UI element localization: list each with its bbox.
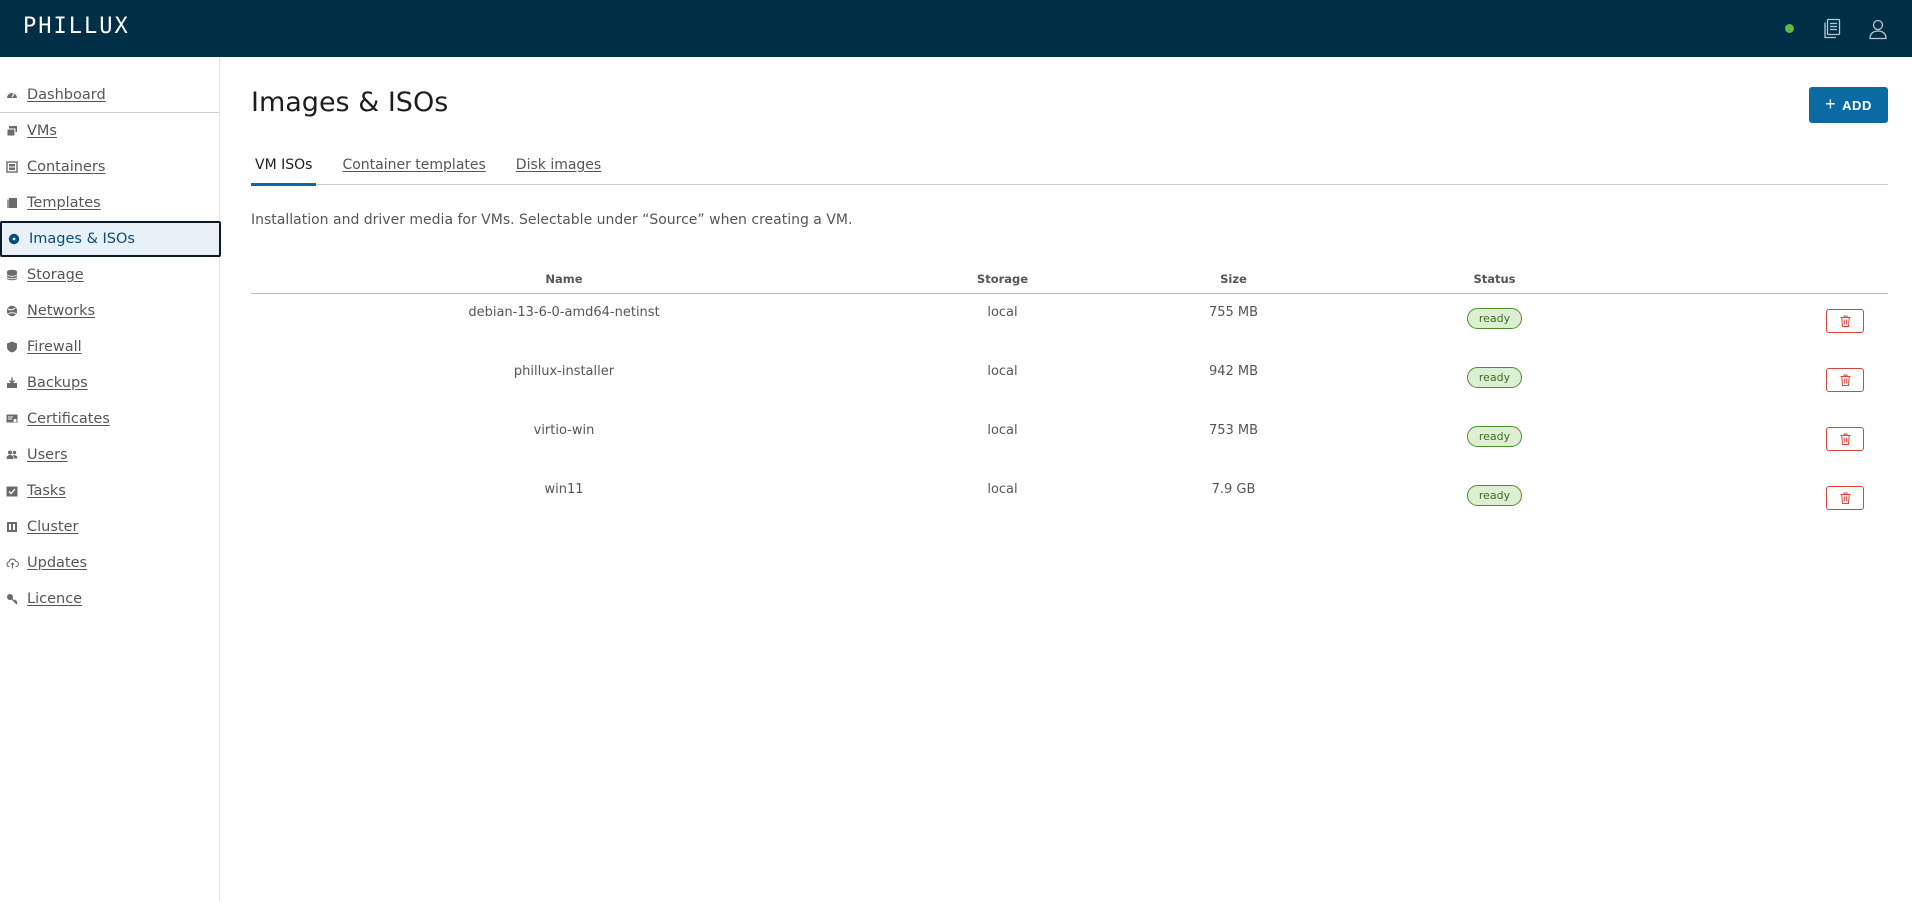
sidebar-item-label: Backups [27, 375, 88, 391]
trash-icon [1840, 374, 1850, 386]
sidebar-item-backups[interactable]: Backups [0, 365, 219, 401]
sidebar-item-label: Users [27, 447, 68, 463]
sidebar-item-containers[interactable]: Containers [0, 149, 219, 185]
column-header-name[interactable]: Name [251, 272, 877, 286]
sidebar-item-certificates[interactable]: Certificates [0, 401, 219, 437]
sidebar-item-updates[interactable]: Updates [0, 545, 219, 581]
cell-status: ready [1339, 294, 1650, 329]
sidebar-item-label: Tasks [27, 483, 66, 499]
table-header: Name Storage Size Status [251, 264, 1888, 294]
updates-icon [5, 556, 19, 570]
delete-button[interactable] [1826, 368, 1864, 392]
sidebar-item-images-isos[interactable]: Images & ISOs [0, 221, 221, 257]
sidebar-item-networks[interactable]: Networks [0, 293, 219, 329]
tab-disk-images[interactable]: Disk images [512, 155, 605, 185]
sidebar-item-label: Firewall [27, 339, 82, 355]
licence-icon [5, 592, 19, 606]
certificates-icon [5, 412, 19, 426]
column-header-status[interactable]: Status [1339, 272, 1650, 286]
table-row: win11 local 7.9 GB ready [251, 471, 1888, 530]
delete-button[interactable] [1826, 427, 1864, 451]
cell-size: 753 MB [1208, 423, 1259, 438]
cell-name: phillux-installer [513, 364, 615, 379]
networks-icon [5, 304, 19, 318]
sidebar-item-label: Dashboard [27, 86, 106, 103]
documents-icon[interactable] [1820, 17, 1844, 41]
cell-name: virtio-win [533, 423, 595, 438]
cell-size: 942 MB [1208, 364, 1259, 379]
column-header-storage[interactable]: Storage [877, 272, 1128, 286]
users-icon [5, 448, 19, 462]
storage-icon [5, 268, 19, 282]
add-button[interactable]: + ADD [1809, 87, 1888, 123]
app-logo[interactable]: PHILLUX [23, 14, 130, 39]
tab-container-templates[interactable]: Container templates [338, 155, 489, 185]
tasks-icon [5, 484, 19, 498]
table-row: phillux-installer local 942 MB ready [251, 353, 1888, 412]
backups-icon [5, 376, 19, 390]
cluster-icon [5, 520, 19, 534]
trash-icon [1840, 433, 1850, 445]
sidebar-item-label: Networks [27, 303, 96, 319]
trash-icon [1840, 492, 1850, 504]
sidebar-item-licence[interactable]: Licence [0, 581, 219, 617]
cell-storage: local [987, 482, 1018, 497]
table-row: debian-13-6-0-amd64-netinst local 755 MB… [251, 294, 1888, 353]
templates-icon [5, 196, 19, 210]
firewall-icon [5, 340, 19, 354]
sidebar: Dashboard VMs Containers Templates Image… [0, 57, 221, 901]
images-icon [7, 232, 21, 246]
iso-table: Name Storage Size Status debian-13-6-0-a… [251, 264, 1888, 530]
sidebar-item-label: Storage [27, 267, 84, 283]
page-description: Installation and driver media for VMs. S… [251, 212, 853, 228]
page-title: Images & ISOs [251, 87, 449, 118]
sidebar-item-label: VMs [27, 123, 57, 139]
top-bar: PHILLUX [0, 0, 1912, 57]
vms-icon [5, 124, 19, 138]
cell-storage: local [987, 423, 1018, 438]
delete-button[interactable] [1826, 486, 1864, 510]
sidebar-item-tasks[interactable]: Tasks [0, 473, 219, 509]
sidebar-item-label: Cluster [27, 519, 79, 535]
containers-icon [5, 160, 19, 174]
plus-icon: + [1825, 93, 1837, 114]
sidebar-item-storage[interactable]: Storage [0, 257, 219, 293]
cell-size: 7.9 GB [1211, 482, 1256, 497]
status-badge: ready [1466, 308, 1523, 329]
user-icon[interactable] [1866, 17, 1890, 41]
dashboard-icon [5, 88, 19, 102]
status-badge: ready [1466, 426, 1523, 447]
cell-status: ready [1339, 353, 1650, 388]
cell-storage: local [987, 364, 1018, 379]
sidebar-item-templates[interactable]: Templates [0, 185, 219, 221]
column-header-size[interactable]: Size [1128, 272, 1339, 286]
sidebar-item-label: Licence [27, 591, 83, 607]
cell-name: debian-13-6-0-amd64-netinst [468, 305, 660, 320]
sidebar-item-label: Containers [27, 159, 106, 175]
trash-icon [1840, 315, 1850, 327]
sidebar-item-users[interactable]: Users [0, 437, 219, 473]
status-dot [1785, 24, 1794, 33]
cell-size: 755 MB [1208, 305, 1259, 320]
add-button-label: ADD [1842, 97, 1872, 113]
tab-vm-isos[interactable]: VM ISOs [251, 155, 317, 186]
cell-status: ready [1339, 412, 1650, 447]
tab-bar: VM ISOs Container templates Disk images [251, 155, 1888, 186]
status-badge: ready [1466, 485, 1523, 506]
cell-name: win11 [544, 482, 584, 497]
sidebar-item-dashboard[interactable]: Dashboard [0, 77, 219, 113]
delete-button[interactable] [1826, 309, 1864, 333]
cell-status: ready [1339, 471, 1650, 506]
sidebar-item-firewall[interactable]: Firewall [0, 329, 219, 365]
sidebar-item-label: Updates [27, 555, 88, 571]
sidebar-item-label: Templates [27, 195, 101, 211]
sidebar-item-cluster[interactable]: Cluster [0, 509, 219, 545]
cell-storage: local [987, 305, 1018, 320]
sidebar-item-label: Images & ISOs [29, 231, 135, 247]
sidebar-item-vms[interactable]: VMs [0, 113, 219, 149]
sidebar-item-label: Certificates [27, 411, 110, 427]
header-actions [1785, 0, 1912, 57]
table-row: virtio-win local 753 MB ready [251, 412, 1888, 471]
status-badge: ready [1466, 367, 1523, 388]
